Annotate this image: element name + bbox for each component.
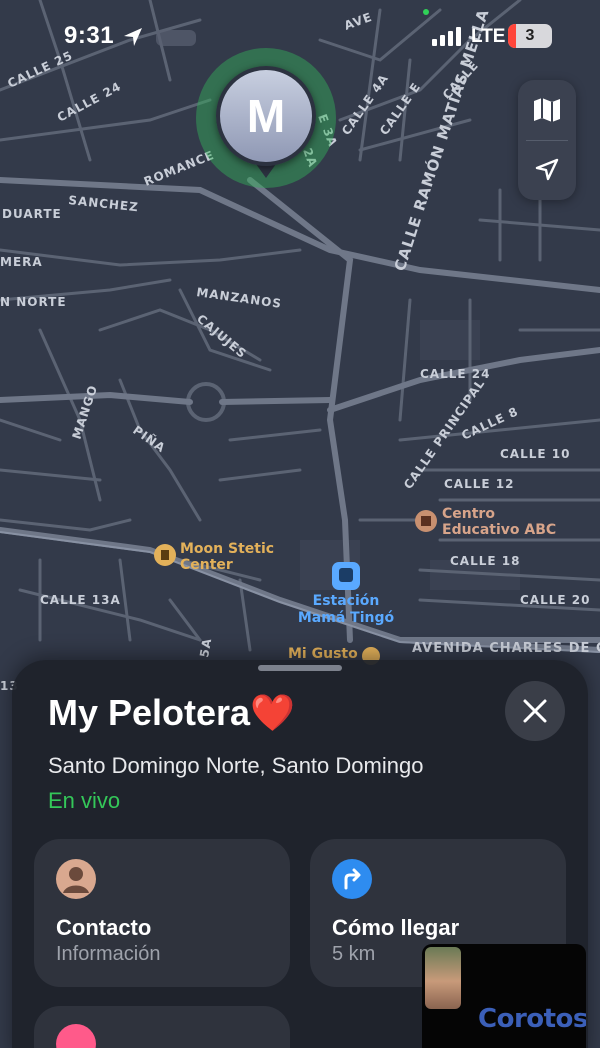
track-location-button[interactable] <box>518 140 576 200</box>
person-name: My Pelotera❤️ <box>48 692 295 733</box>
card-title: Contacto <box>56 915 152 940</box>
poi-label: Mamá Tingó <box>298 610 395 626</box>
poi-label: Educativo ABC <box>442 522 556 538</box>
self-view-thumbnail <box>425 947 461 1009</box>
contact-card[interactable]: Contacto Información <box>34 839 290 987</box>
location-arrow-icon <box>535 158 559 181</box>
street-label: N NORTE <box>0 295 67 309</box>
person-location: Santo Domingo Norte, Santo Domingo <box>48 753 424 778</box>
bell-icon <box>56 1024 96 1048</box>
map-icon <box>534 98 560 122</box>
pin-tip <box>256 164 276 178</box>
street-label: CALLE 18 <box>450 554 520 568</box>
watermark-logo: Corotos <box>478 1004 586 1034</box>
map-controls <box>518 80 576 200</box>
street-label: CALLE 13A <box>40 593 121 607</box>
live-status: En vivo <box>48 788 121 813</box>
blurred-indicator <box>156 30 196 46</box>
street-label: CALLE 20 <box>520 593 590 607</box>
video-call-pip[interactable]: Corotos <box>422 944 586 1048</box>
map-mode-button[interactable] <box>518 80 576 140</box>
avatar-initial: M <box>246 90 286 142</box>
person-icon <box>56 859 96 899</box>
street-label: MANZANOS <box>196 285 283 311</box>
status-time: 9:31 <box>64 22 115 49</box>
status-bar: 9:31 LTE 3 <box>0 0 600 70</box>
turn-right-icon <box>332 859 372 899</box>
street-label: AVENIDA CHARLES DE GA <box>412 641 600 656</box>
poi-moon-stetic[interactable]: Moon Stetic Center <box>154 541 274 573</box>
street-label: SANCHEZ <box>68 193 140 214</box>
network-type: LTE <box>471 26 506 47</box>
close-icon <box>523 699 547 723</box>
poi-label: Moon Stetic <box>180 541 274 557</box>
card-title: Cómo llegar <box>332 915 460 940</box>
card-subtitle: Información <box>56 943 161 965</box>
street-label: PIÑA <box>130 422 169 455</box>
street-label: MERA <box>0 255 43 269</box>
sheet-grabber[interactable] <box>258 665 342 671</box>
battery-level: 3 <box>525 27 535 44</box>
poi-centro-educativo[interactable]: Centro Educativo ABC <box>415 506 556 538</box>
notifications-card[interactable] <box>34 1006 290 1048</box>
poi-label: Center <box>180 557 233 573</box>
street-label: CALLE 10 <box>500 447 570 461</box>
person-location-pin[interactable]: M <box>216 66 316 166</box>
close-button[interactable] <box>505 681 565 741</box>
street-label: CALLE 12 <box>444 477 514 491</box>
camera-in-use-dot <box>423 9 429 15</box>
location-arrow-icon <box>124 28 142 46</box>
battery-icon: 3 <box>508 24 552 48</box>
street-label: DUARTE <box>2 207 62 221</box>
cellular-signal-icon <box>432 27 461 46</box>
street-label: MANGO <box>70 383 101 441</box>
card-subtitle: 5 km <box>332 943 376 965</box>
poi-label: Estación <box>313 593 380 609</box>
street-label: 5A <box>197 637 214 659</box>
poi-label: Centro <box>442 506 495 522</box>
street-label: CALLE 24 <box>55 79 124 124</box>
